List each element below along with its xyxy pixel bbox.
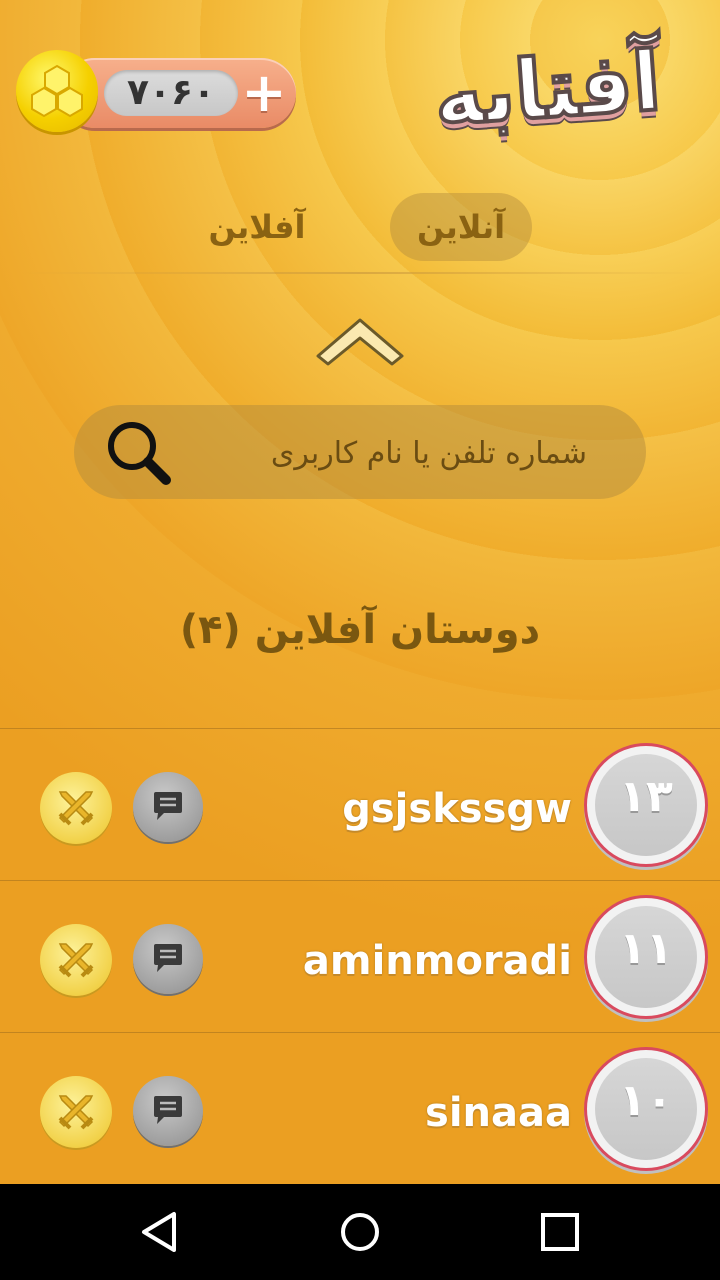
friend-row: sinaaa ۱۰ (0, 1033, 720, 1183)
friend-row: aminmoradi ۱۱ (0, 881, 720, 1031)
add-coins-button[interactable]: + (236, 66, 292, 120)
level-value: ۱۳ (595, 754, 697, 856)
battle-button[interactable] (40, 924, 112, 996)
system-nav-bar (0, 1184, 720, 1280)
level-value: ۱۰ (595, 1058, 697, 1160)
chevron-up-icon[interactable] (312, 312, 408, 372)
app-logo: آفتابه (429, 32, 666, 147)
chat-bubble-icon (154, 1096, 182, 1124)
chat-button[interactable] (133, 924, 203, 994)
friend-row: gsjskssgw ۱۳ (0, 729, 720, 879)
tab-divider (20, 272, 700, 274)
tab-online[interactable]: آنلاین (390, 193, 532, 261)
battle-button[interactable] (40, 772, 112, 844)
offline-friends-title: دوستان آفلاین (۴) (179, 607, 541, 653)
friend-username[interactable]: gsjskssgw (342, 769, 572, 849)
search-icon[interactable] (104, 420, 172, 490)
home-icon[interactable] (330, 1202, 390, 1262)
level-value: ۱۱ (595, 906, 697, 1008)
back-icon[interactable] (130, 1202, 190, 1262)
friend-username[interactable]: aminmoradi (303, 921, 572, 1001)
crossed-swords-icon (58, 943, 94, 978)
friend-username[interactable]: sinaaa (425, 1073, 572, 1153)
chat-button[interactable] (133, 772, 203, 842)
level-badge: ۱۱ (584, 895, 708, 1019)
coin-balance: ۷۰۶۰ (104, 70, 238, 116)
honeycomb-coin-icon (16, 50, 98, 132)
crossed-swords-icon (58, 791, 94, 826)
chat-bubble-icon (154, 944, 182, 972)
search-input[interactable] (175, 415, 589, 491)
battle-button[interactable] (40, 1076, 112, 1148)
level-badge: ۱۳ (584, 743, 708, 867)
chat-button[interactable] (133, 1076, 203, 1146)
chat-bubble-icon (154, 792, 182, 820)
crossed-swords-icon (58, 1095, 94, 1130)
app-screen: ۷۰۶۰ + آفتابه آنلاین آفلاین دوستان آفلای… (0, 0, 720, 1184)
level-badge: ۱۰ (584, 1047, 708, 1171)
recents-icon[interactable] (530, 1202, 590, 1262)
tab-offline[interactable]: آفلاین (190, 193, 324, 261)
